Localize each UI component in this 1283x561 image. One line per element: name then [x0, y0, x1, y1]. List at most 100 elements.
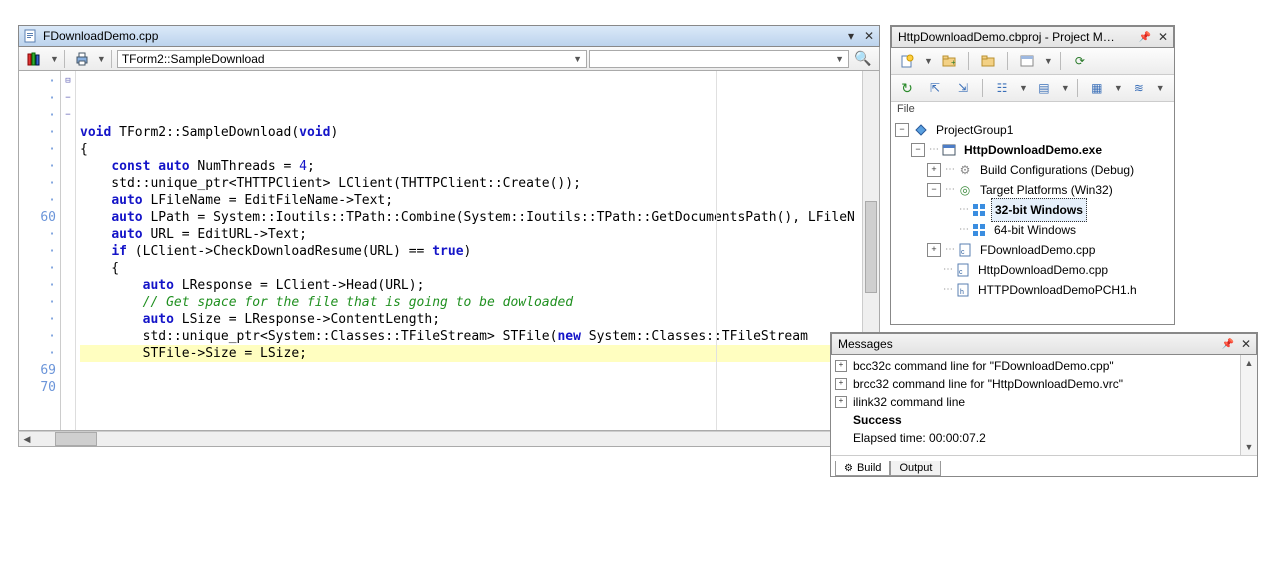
- books-icon[interactable]: [23, 49, 47, 69]
- print-margin: [716, 71, 717, 430]
- pin-icon[interactable]: 📌: [1220, 336, 1236, 352]
- tree-item[interactable]: +⋯cFDownloadDemo.cpp: [893, 240, 1172, 260]
- view-icon[interactable]: [1015, 51, 1039, 71]
- messages-list[interactable]: +bcc32c command line for "FDownloadDemo.…: [831, 355, 1240, 455]
- code-line[interactable]: auto LSize = LResponse->ContentLength;: [80, 311, 862, 328]
- project-toolbar-2: ↻ ⇱ ⇲ ☷ ▼ ▤ ▼ ▦ ▼ ≋ ▼: [891, 75, 1174, 102]
- messages-scrollbar[interactable]: ▲ ▼: [1240, 355, 1257, 455]
- search-icon[interactable]: 🔍: [851, 49, 875, 69]
- code-line[interactable]: const auto NumThreads = 4;: [80, 158, 862, 175]
- fold-gutter[interactable]: ⊟−−: [61, 71, 76, 430]
- chevron-down-icon[interactable]: ▼: [1156, 83, 1165, 93]
- fold-line-icon[interactable]: −: [61, 90, 75, 107]
- collapse-icon[interactable]: ⇲: [951, 78, 975, 98]
- sync-icon[interactable]: ⟳: [1068, 51, 1092, 71]
- code-line[interactable]: auto URL = EditURL->Text;: [80, 226, 862, 243]
- message-line[interactable]: + brcc32 command line for "HttpDownloadDe…: [835, 375, 1236, 393]
- refresh-icon[interactable]: ↻: [895, 78, 919, 98]
- message-line[interactable]: Elapsed time: 00:00:07.2: [835, 429, 1236, 447]
- exe-icon: [941, 142, 957, 158]
- scroll-left-arrow[interactable]: ◀: [19, 434, 35, 445]
- close-tab-button[interactable]: ✕: [861, 28, 877, 44]
- chevron-down-icon[interactable]: ▼: [50, 54, 59, 64]
- code-line[interactable]: STFile->Size = LSize;: [80, 345, 862, 362]
- tree-item[interactable]: −⋯HttpDownloadDemo.exe: [893, 140, 1172, 160]
- code-line[interactable]: auto LFileName = EditFileName->Text;: [80, 192, 862, 209]
- filter-icon[interactable]: ▤: [1032, 78, 1056, 98]
- scroll-up-arrow[interactable]: ▲: [1241, 355, 1257, 371]
- code-line[interactable]: std::unique_ptr<THTTPClient> LClient(THT…: [80, 175, 862, 192]
- project-tree[interactable]: −ProjectGroup1−⋯HttpDownloadDemo.exe+⋯⚙B…: [891, 116, 1174, 304]
- close-button[interactable]: ✕: [1155, 29, 1171, 45]
- message-expander[interactable]: +: [835, 396, 847, 408]
- tree-connector: ⋯: [959, 200, 969, 220]
- expand-icon[interactable]: ⇱: [923, 78, 947, 98]
- tree-item[interactable]: −ProjectGroup1: [893, 120, 1172, 140]
- line-number: ·: [21, 124, 56, 141]
- scrollbar-thumb[interactable]: [55, 432, 97, 446]
- tree-item[interactable]: ⋯64-bit Windows: [893, 220, 1172, 240]
- code-area[interactable]: void TForm2::SampleDownload(void){ const…: [76, 71, 862, 430]
- chevron-down-icon[interactable]: ▼: [1061, 83, 1070, 93]
- chevron-down-icon[interactable]: ▼: [924, 56, 933, 66]
- tree-item[interactable]: ⋯32-bit Windows: [893, 200, 1172, 220]
- tree-item[interactable]: +⋯⚙Build Configurations (Debug): [893, 160, 1172, 180]
- new-icon[interactable]: [895, 51, 919, 71]
- tree-item[interactable]: −⋯◎Target Platforms (Win32): [893, 180, 1172, 200]
- message-expander[interactable]: +: [835, 360, 847, 372]
- code-line[interactable]: auto LResponse = LClient->Head(URL);: [80, 277, 862, 294]
- horizontal-scrollbar[interactable]: ◀: [18, 431, 880, 447]
- message-expander[interactable]: +: [835, 378, 847, 390]
- chevron-down-icon[interactable]: ▼: [1044, 56, 1053, 66]
- secondary-combo[interactable]: ▼: [589, 50, 849, 68]
- code-line[interactable]: if (LClient->CheckDownloadResume(URL) ==…: [80, 243, 862, 260]
- add-folder-icon[interactable]: +: [937, 51, 961, 71]
- svg-text:c: c: [961, 249, 965, 256]
- stack-icon[interactable]: ≋: [1127, 78, 1151, 98]
- line-number: ·: [21, 328, 56, 345]
- message-line[interactable]: +bcc32c command line for "FDownloadDemo.…: [835, 357, 1236, 375]
- close-button[interactable]: ✕: [1238, 336, 1254, 352]
- code-line[interactable]: auto LPath = System::Ioutils::TPath::Com…: [80, 209, 862, 226]
- code-line[interactable]: std::unique_ptr<System::Classes::TFileSt…: [80, 328, 862, 345]
- messages-tab-output[interactable]: Output: [890, 461, 941, 476]
- code-line[interactable]: {: [80, 141, 862, 158]
- line-number: ·: [21, 260, 56, 277]
- message-line[interactable]: +ilink32 command line: [835, 393, 1236, 411]
- tree-item[interactable]: ⋯hHTTPDownloadDemoPCH1.h: [893, 280, 1172, 300]
- tree-expander[interactable]: −: [927, 183, 941, 197]
- tree-expander[interactable]: +: [927, 243, 941, 257]
- code-line[interactable]: // Get space for the file that is going …: [80, 294, 862, 311]
- fold-line-icon[interactable]: −: [61, 107, 75, 124]
- scroll-down-arrow[interactable]: ▼: [1241, 439, 1257, 455]
- chevron-down-icon[interactable]: ▼: [1114, 83, 1123, 93]
- messages-tab-build[interactable]: ⚙Build: [835, 461, 890, 476]
- tree-expander[interactable]: −: [911, 143, 925, 157]
- method-navigator-combo[interactable]: TForm2::SampleDownload ▼: [117, 50, 587, 68]
- line-number: ·: [21, 226, 56, 243]
- fold-box-icon[interactable]: ⊟: [61, 73, 75, 90]
- code-editor[interactable]: ········60········6970 ⊟−− void TForm2::…: [18, 71, 880, 431]
- line-number: ·: [21, 277, 56, 294]
- chevron-down-icon[interactable]: ▼: [97, 54, 106, 64]
- svg-text:c: c: [959, 269, 963, 276]
- file-column-header: File: [891, 102, 1174, 116]
- list-icon[interactable]: ☷: [990, 78, 1014, 98]
- message-text: brcc32 command line for "HttpDownloadDem…: [853, 375, 1123, 393]
- code-line[interactable]: {: [80, 260, 862, 277]
- dropdown-button[interactable]: ▾: [843, 28, 859, 44]
- tree-item[interactable]: ⋯cHttpDownloadDemo.cpp: [893, 260, 1172, 280]
- code-line[interactable]: void TForm2::SampleDownload(void): [80, 124, 862, 141]
- editor-titlebar: FDownloadDemo.cpp ▾ ✕: [18, 25, 880, 47]
- tree-expander[interactable]: −: [895, 123, 909, 137]
- layers-icon[interactable]: ▦: [1085, 78, 1109, 98]
- tree-expander-blank: [927, 264, 939, 276]
- tree-expander[interactable]: +: [927, 163, 941, 177]
- pin-icon[interactable]: 📌: [1137, 29, 1153, 45]
- message-line[interactable]: Success: [835, 411, 1236, 429]
- line-number: ·: [21, 141, 56, 158]
- target-icon: ◎: [957, 182, 973, 198]
- folder-icon[interactable]: [976, 51, 1000, 71]
- chevron-down-icon[interactable]: ▼: [1019, 83, 1028, 93]
- print-icon[interactable]: [70, 49, 94, 69]
